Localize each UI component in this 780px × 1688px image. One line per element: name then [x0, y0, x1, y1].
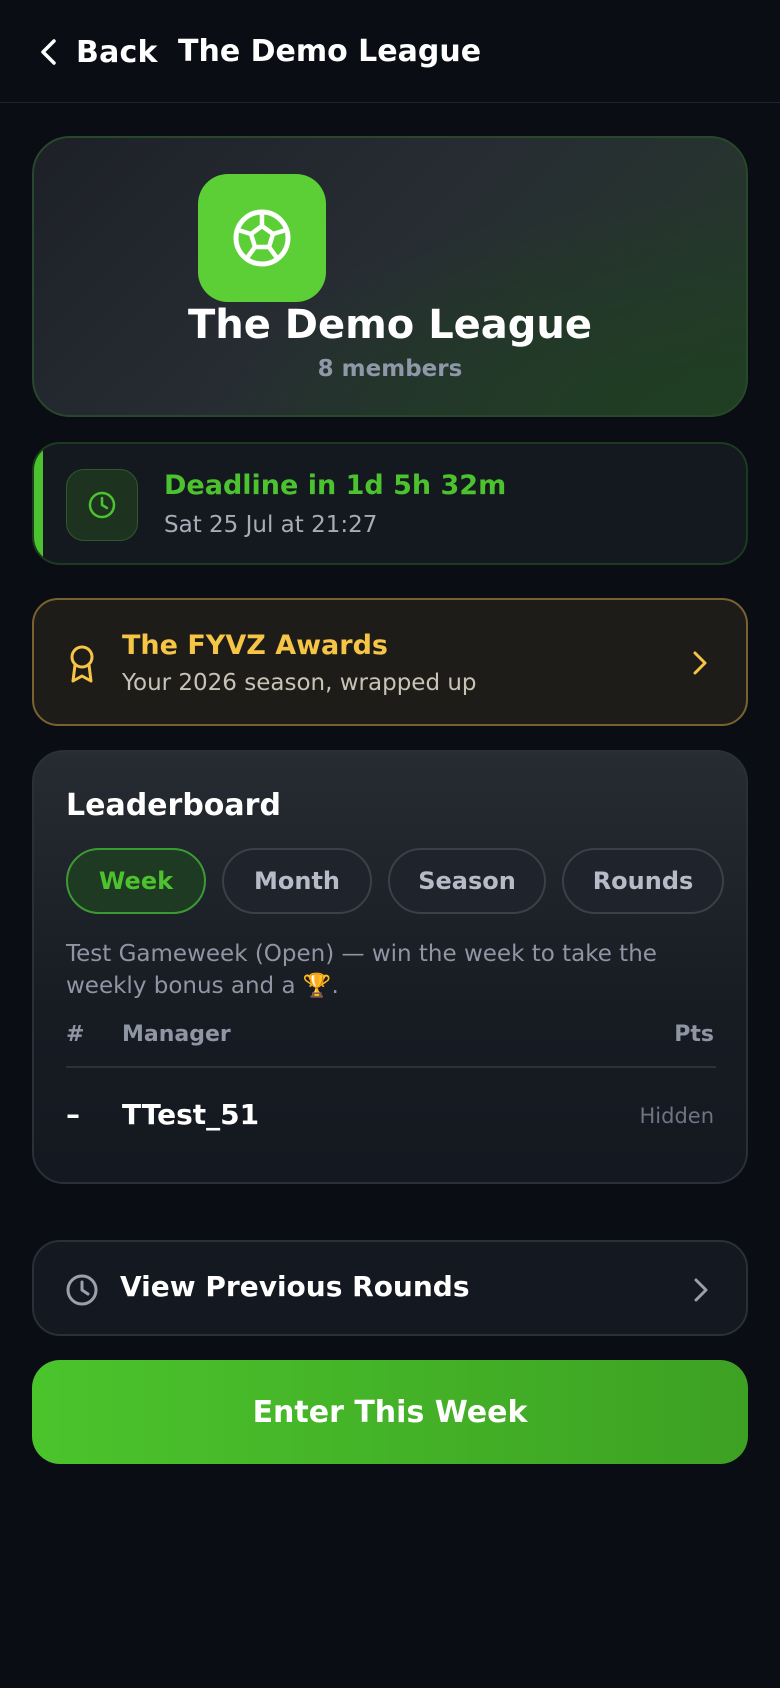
leaderboard-description: Test Gameweek (Open) — win the week to t… — [66, 941, 657, 999]
clock-icon — [66, 1274, 98, 1306]
back-button[interactable]: Back — [36, 28, 158, 76]
view-previous-rounds-button[interactable]: View Previous Rounds — [32, 1240, 748, 1336]
awards-card[interactable]: The FYVZ Awards Your 2026 season, wrappe… — [32, 598, 748, 726]
page-title: The Demo League — [178, 34, 482, 69]
deadline-datetime: Sat 25 Jul at 21:27 — [164, 512, 378, 538]
column-header-manager: Manager — [122, 1022, 231, 1047]
column-header-points: Pts — [674, 1022, 714, 1047]
top-bar: Back The Demo League — [0, 0, 780, 103]
awards-subtitle: Your 2026 season, wrapped up — [122, 670, 477, 696]
column-header-rank: # — [66, 1022, 85, 1047]
league-logo — [198, 174, 326, 302]
table-row-points: Hidden — [639, 1104, 714, 1128]
league-name: The Demo League — [187, 302, 593, 348]
tab-month[interactable]: Month — [222, 848, 372, 914]
chevron-right-icon — [694, 1278, 708, 1302]
previous-rounds-label: View Previous Rounds — [120, 1270, 470, 1303]
league-hero-card: The Demo League 8 members — [32, 136, 748, 417]
clock-icon — [88, 491, 116, 519]
awards-title: The FYVZ Awards — [122, 630, 388, 661]
table-row-rank: – — [66, 1098, 80, 1131]
tab-season[interactable]: Season — [388, 848, 546, 914]
deadline-card: Deadline in 1d 5h 32m Sat 25 Jul at 21:2… — [32, 442, 748, 565]
table-row-manager[interactable]: TTest_51 — [122, 1098, 259, 1131]
leaderboard-card: Leaderboard Week Month Season Rounds Tes… — [32, 750, 748, 1184]
enter-this-week-button[interactable]: Enter This Week — [32, 1360, 748, 1464]
leaderboard-tabs: Week Month Season Rounds — [66, 848, 746, 916]
back-label: Back — [76, 34, 158, 70]
chevron-right-icon — [693, 651, 707, 675]
deadline-accent-bar — [34, 444, 43, 563]
chevron-left-icon — [41, 39, 56, 65]
soccer-ball-icon — [233, 209, 291, 267]
member-count: 8 members — [317, 356, 463, 382]
tab-rounds[interactable]: Rounds — [562, 848, 724, 914]
table-divider — [66, 1066, 716, 1068]
deadline-icon-box — [66, 469, 138, 541]
leaderboard-title: Leaderboard — [66, 788, 281, 823]
deadline-countdown: Deadline in 1d 5h 32m — [164, 470, 507, 501]
award-ribbon-icon — [70, 645, 94, 683]
tab-week[interactable]: Week — [66, 848, 206, 914]
